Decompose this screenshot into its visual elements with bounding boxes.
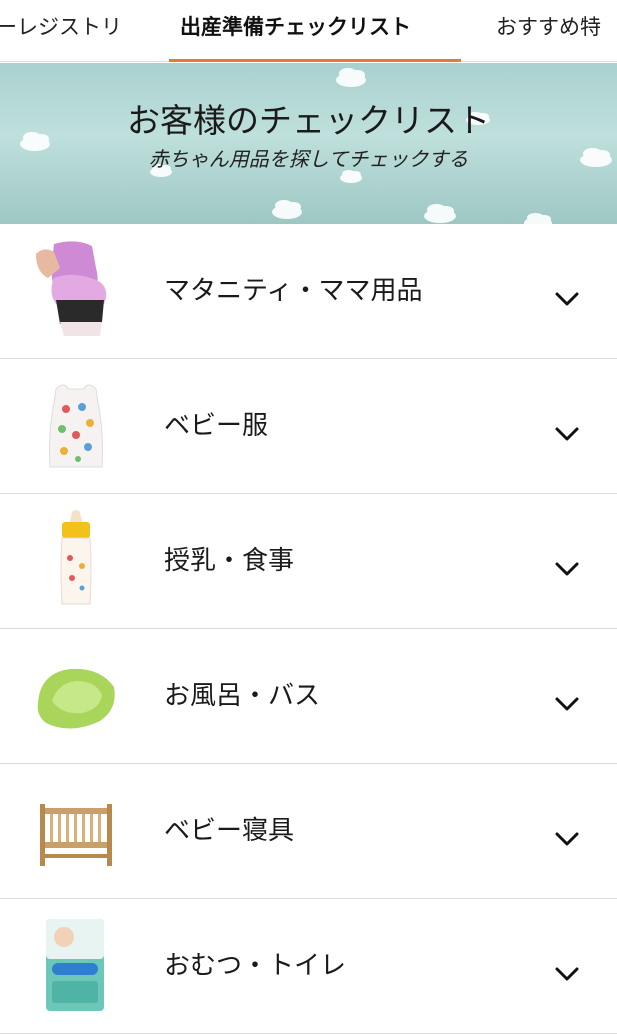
category-row-maternity[interactable]: マタニティ・ママ用品 (0, 224, 617, 359)
category-row-baby-clothes[interactable]: ベビー服 (0, 359, 617, 494)
chevron-down-icon[interactable] (554, 425, 580, 443)
cloud-decoration (340, 169, 362, 183)
cloud-decoration (424, 204, 456, 223)
category-list: マタニティ・ママ用品 ベビー服 授乳・食事 お風呂・バス ベビー寝具 おむつ・ト… (0, 224, 617, 1034)
category-row-diapers[interactable]: おむつ・トイレ (0, 899, 617, 1034)
banner-title: お客様のチェックリスト (127, 101, 490, 140)
tab-registry[interactable]: ーレジストリ (0, 12, 122, 42)
chevron-down-icon[interactable] (554, 695, 580, 713)
banner-subtitle: 赤ちゃん用品を探してチェックする (148, 147, 469, 171)
baby-bottle-icon (60, 510, 92, 605)
chevron-down-icon[interactable] (554, 830, 580, 848)
baby-bathtub-icon (37, 668, 115, 729)
baby-crib-icon (40, 804, 112, 866)
baby-sleepwear-icon (49, 384, 103, 468)
maternity-belt-icon (36, 241, 107, 336)
category-row-feeding[interactable]: 授乳・食事 (0, 494, 617, 629)
cloud-decoration (336, 68, 366, 87)
category-label: ベビー寝具 (164, 816, 295, 846)
tab-recommended[interactable]: おすすめ特 (496, 12, 601, 42)
diaper-pack-icon (46, 919, 104, 1011)
category-label: 授乳・食事 (164, 546, 295, 576)
chevron-down-icon[interactable] (554, 965, 580, 983)
category-label: ベビー服 (164, 411, 269, 441)
tab-bar: ーレジストリ 出産準備チェックリスト おすすめ特 (0, 0, 617, 62)
active-tab-indicator (169, 59, 461, 62)
chevron-down-icon[interactable] (554, 290, 580, 308)
category-row-bedding[interactable]: ベビー寝具 (0, 764, 617, 899)
cloud-decoration (524, 212, 552, 224)
category-row-bath[interactable]: お風呂・バス (0, 629, 617, 764)
checklist-banner: お客様のチェックリスト 赤ちゃん用品を探してチェックする (0, 63, 617, 224)
tab-checklist[interactable]: 出産準備チェックリスト (180, 12, 411, 42)
category-label: マタニティ・ママ用品 (164, 276, 423, 306)
category-label: おむつ・トイレ (164, 951, 347, 981)
category-label: お風呂・バス (164, 681, 321, 711)
chevron-down-icon[interactable] (554, 560, 580, 578)
cloud-decoration (272, 200, 302, 219)
